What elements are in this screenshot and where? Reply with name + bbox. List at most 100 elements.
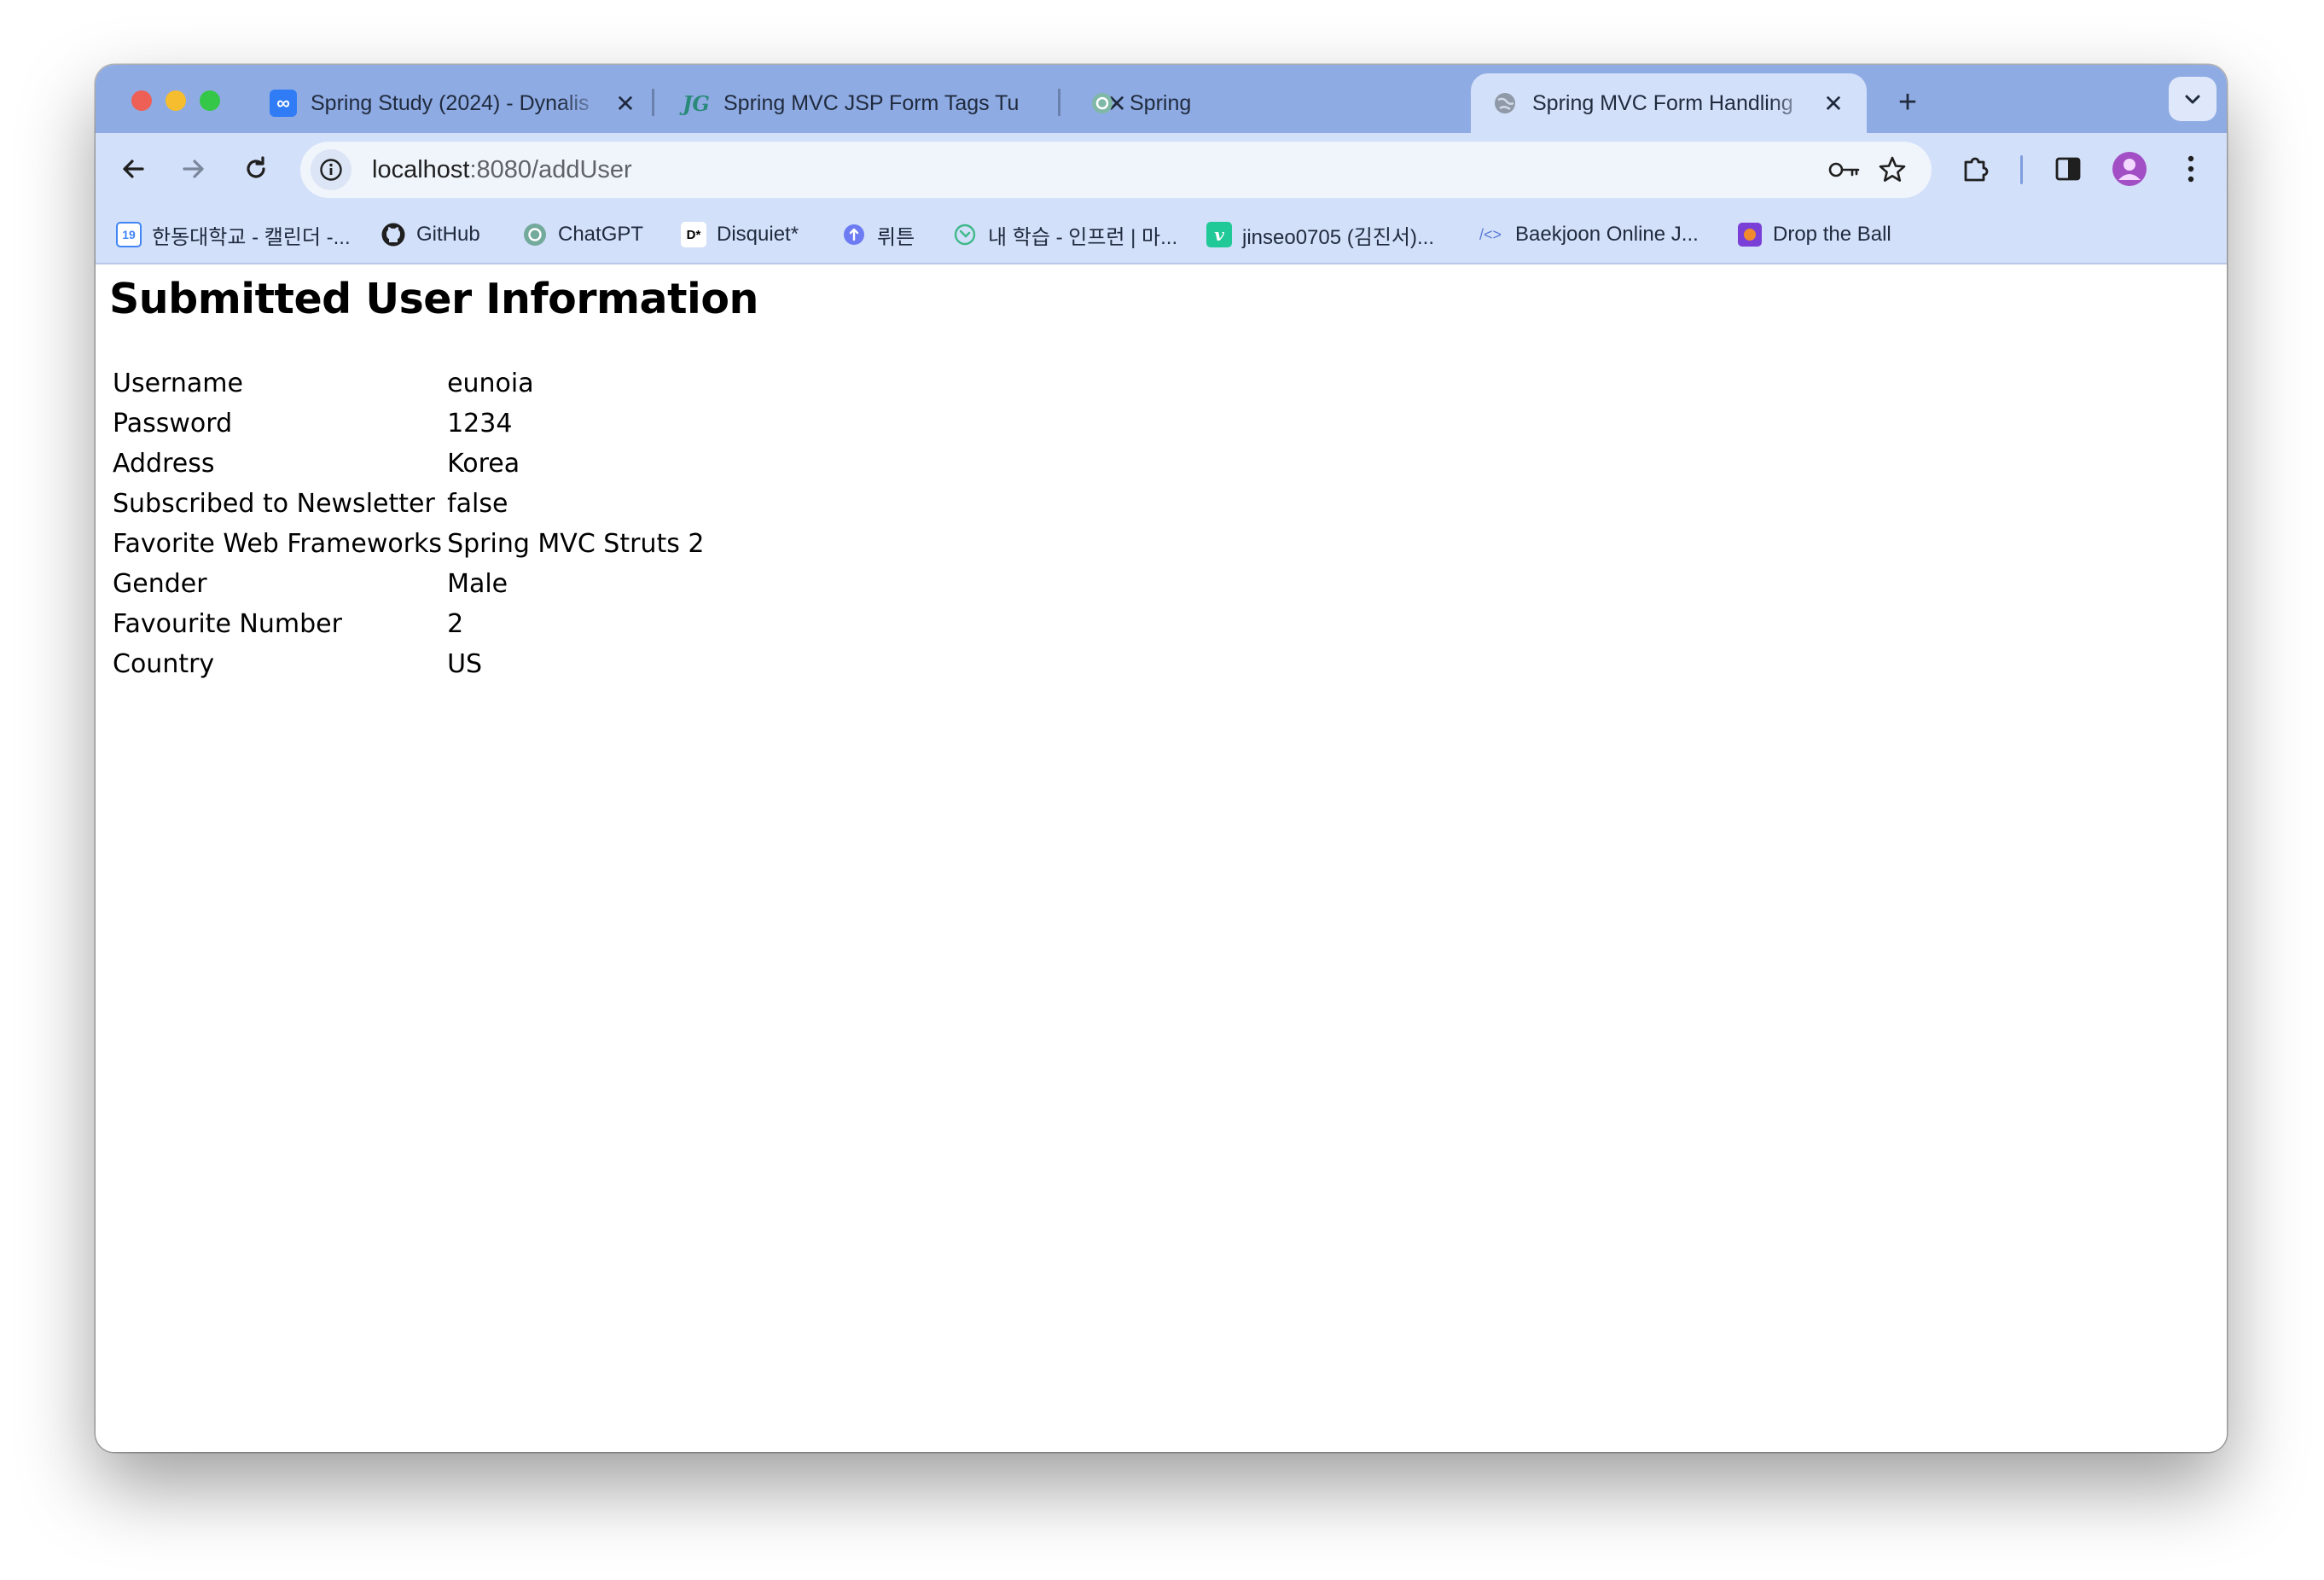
row-label: Favourite Number [113,609,342,639]
wrtn-icon [841,222,867,247]
row-value: 1234 [447,409,513,439]
github-icon [381,222,406,247]
browser-window: ∞ Spring Study (2024) - Dynalis ✕ JG Spr… [96,65,2227,1452]
bookmark-label: 뤼튼 [877,225,915,249]
close-icon[interactable]: ✕ [1821,90,1846,117]
row-label: Favorite Web Frameworks [113,529,443,559]
table-row: Address Korea [113,444,709,484]
globe-icon [1491,90,1519,117]
bookmarks-bar: 19 한동대학교 - 캘린더 -... GitHub ChatGPT D* Di… [96,205,2227,264]
table-row: Country US [113,644,709,684]
bookmark-label: ChatGPT [558,223,644,246]
kebab-menu-icon [2187,155,2194,183]
zoom-window-button[interactable] [200,90,220,111]
chatgpt-icon [522,222,548,247]
bookmark-label: Disquiet* [717,223,799,246]
table-row: Username eunoia [113,363,709,404]
close-icon[interactable]: ✕ [613,90,638,117]
javaguides-icon: JG [683,90,710,116]
row-label: Country [113,649,215,679]
calendar-icon: 19 [116,222,142,247]
arrow-left-icon [123,160,144,178]
tab-title: Spring MVC Form Handling [1532,90,1793,115]
tab-search-button[interactable] [2169,77,2217,121]
tab-title: Spring Study (2024) - Dynalis [311,90,590,115]
chatgpt-icon [1089,90,1116,117]
disquiet-icon: D* [681,222,706,247]
row-label: Username [113,369,243,398]
page-title: Submitted User Information [109,275,758,323]
star-icon[interactable] [1872,149,1913,190]
address-bar[interactable]: localhost:8080/addUser [300,142,1932,198]
bookmark-label: Baekjoon Online J... [1515,223,1699,246]
forward-button[interactable] [170,145,218,193]
bookmark-disquiet[interactable]: D* Disquiet* [681,218,799,252]
minimize-window-button[interactable] [166,90,186,111]
bookmark-label: 내 학습 - 인프런 | 마... [988,225,1178,249]
key-icon[interactable] [1824,149,1865,190]
baekjoon-icon: /<> [1479,225,1502,243]
tab-strip: ∞ Spring Study (2024) - Dynalis ✕ JG Spr… [96,65,2227,133]
profile-avatar[interactable] [2106,145,2153,193]
avatar-icon [2112,152,2147,186]
bookmark-drop-the-ball[interactable]: Drop the Ball [1737,218,1891,252]
table-row: Subscribed to Newsletter false [113,484,709,524]
bookmark-github[interactable]: GitHub [381,218,480,252]
tab-title: Spring [1130,90,1192,115]
site-info-icon[interactable] [311,149,352,190]
infinity-icon: ∞ [270,90,297,117]
bookmark-velog[interactable]: v jinseo0705 (김진서)... [1206,218,1434,252]
bookmark-label: 한동대학교 - 캘린더 -... [152,225,351,249]
bookmark-label: jinseo0705 (김진서)... [1242,225,1434,249]
velog-icon: v [1206,222,1232,247]
bookmark-wrtn[interactable]: 뤼튼 [841,218,915,252]
side-panel-icon [2055,157,2081,181]
browser-toolbar: localhost:8080/addUser [96,133,2227,205]
browser-menu-button[interactable] [2167,145,2215,193]
arrow-right-icon [183,160,204,178]
back-button[interactable] [109,145,157,193]
close-window-button[interactable] [131,90,152,111]
row-label: Subscribed to Newsletter [113,489,435,519]
puzzle-icon [1964,157,1989,182]
side-panel-button[interactable] [2044,145,2092,193]
row-value: eunoia [447,369,534,398]
row-value: US [447,649,483,679]
table-row: Password 1234 [113,404,709,444]
tab-separator [1058,89,1060,116]
table-row: Favorite Web Frameworks Spring MVC Strut… [113,524,709,564]
row-value: false [447,489,508,519]
chevron-down-icon [2185,95,2200,104]
reload-icon [247,156,265,178]
table-row: Gender Male [113,564,709,604]
tab-spring-mvc-form-handling[interactable]: Spring MVC Form Handling ✕ [1471,73,1867,133]
row-label: Gender [113,569,207,599]
page-content: Submitted User Information Username euno… [96,264,2227,1452]
bookmark-handong-calendar[interactable]: 19 한동대학교 - 캘린더 -... [116,218,351,252]
url-path: :8080/addUser [469,156,632,183]
table-row: Favourite Number 2 [113,604,709,644]
row-value: Spring MVC Struts 2 [447,529,705,559]
url-text[interactable]: localhost:8080/addUser [372,142,632,198]
new-tab-button[interactable]: + [1887,82,1928,123]
tab-separator [652,89,654,116]
bookmark-baekjoon[interactable]: /<> Baekjoon Online J... [1476,218,1699,252]
bookmark-label: GitHub [416,223,480,246]
row-value: Korea [447,449,520,479]
bookmark-label: Drop the Ball [1773,223,1891,246]
row-value: 2 [447,609,464,639]
toolbar-divider [2020,155,2023,184]
tab-spring-study[interactable]: ∞ Spring Study (2024) - Dynalis ✕ [249,73,659,133]
user-info-table: Username eunoia Password 1234 Address Ko… [113,363,709,684]
row-label: Address [113,449,215,479]
tab-title: Spring MVC JSP Form Tags Tu [723,90,1020,115]
extensions-button[interactable] [1952,145,2000,193]
row-label: Password [113,409,233,439]
bookmark-chatgpt[interactable]: ChatGPT [522,218,643,252]
row-value: Male [447,569,508,599]
inflearn-icon [952,222,978,247]
url-host: localhost [372,156,470,183]
bookmark-inflearn[interactable]: 내 학습 - 인프런 | 마... [952,218,1177,252]
drop-the-ball-icon [1737,222,1763,247]
reload-button[interactable] [232,145,280,193]
